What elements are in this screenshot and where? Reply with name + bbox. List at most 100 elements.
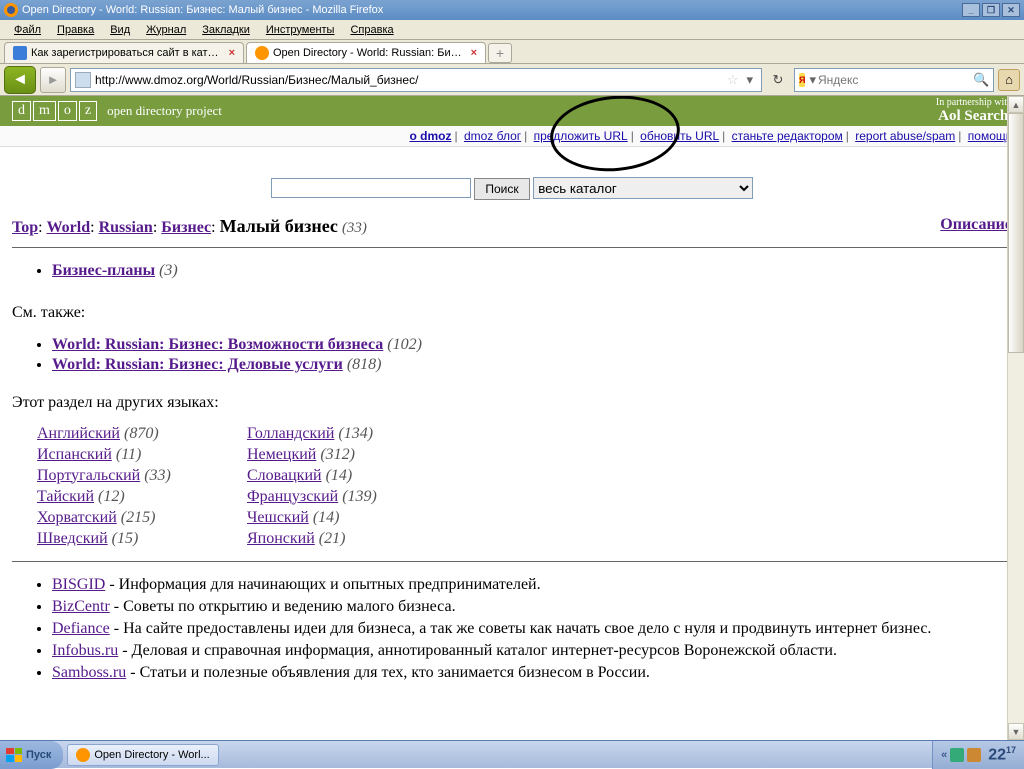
navigation-toolbar: ◄ ► ☆ ▾ ↻ Я ▾ 🔍 ⌂ <box>0 64 1024 96</box>
search-go-icon[interactable]: 🔍 <box>973 72 989 88</box>
tab-close-icon[interactable]: × <box>229 47 235 59</box>
scroll-thumb[interactable] <box>1008 113 1024 353</box>
url-input[interactable] <box>95 73 723 87</box>
link-description[interactable]: Описание <box>940 216 1012 234</box>
lang-link[interactable]: Японский <box>247 530 315 547</box>
dmoz-catalog-select[interactable]: весь каталог <box>533 177 753 199</box>
bc-top[interactable]: Top <box>12 219 38 236</box>
url-dropdown-icon[interactable]: ▾ <box>742 72 757 88</box>
system-tray: « 2217 <box>932 741 1024 769</box>
seealso-link[interactable]: World: Russian: Бизнес: Возможности бизн… <box>52 336 383 353</box>
lang-link[interactable]: Немецкий <box>247 446 316 463</box>
windows-taskbar: Пуск Open Directory - Worl... « 2217 <box>0 740 1024 768</box>
menu-view[interactable]: Вид <box>102 22 138 38</box>
link-dmoz-blog[interactable]: dmoz блог <box>464 129 521 143</box>
dmoz-top-links: о dmoz| dmoz блог| предложить URL| обнов… <box>0 126 1024 147</box>
yandex-icon[interactable]: Я <box>799 73 805 87</box>
new-tab-button[interactable]: + <box>488 43 512 63</box>
back-button[interactable]: ◄ <box>4 66 36 94</box>
see-also-title: См. также: <box>12 304 1012 322</box>
search-box[interactable]: Я ▾ 🔍 <box>794 68 994 92</box>
dmoz-tagline: open directory project <box>107 103 222 119</box>
scroll-up-button[interactable]: ▲ <box>1008 96 1024 113</box>
site-link[interactable]: BizCentr <box>52 598 110 615</box>
url-bar[interactable]: ☆ ▾ <box>70 68 762 92</box>
menu-file[interactable]: Файл <box>6 22 49 38</box>
link-about-dmoz[interactable]: о dmoz <box>409 129 451 143</box>
scroll-down-button[interactable]: ▼ <box>1008 723 1024 740</box>
minimize-button[interactable]: _ <box>962 3 980 17</box>
menu-help[interactable]: Справка <box>342 22 401 38</box>
lang-link[interactable]: Испанский <box>37 446 112 463</box>
link-help[interactable]: помощь <box>968 129 1012 143</box>
bc-current: Малый бизнес <box>220 216 338 236</box>
tab-2[interactable]: Open Directory - World: Russian: Бизнес.… <box>246 42 486 63</box>
tray-icon[interactable] <box>967 748 981 762</box>
window-title: Open Directory - World: Russian: Бизнес:… <box>22 4 383 16</box>
partnership-label: In partnership with Aol Search. <box>936 97 1012 125</box>
site-identity-icon[interactable] <box>75 72 91 88</box>
window-titlebar: Open Directory - World: Russian: Бизнес:… <box>0 0 1024 20</box>
clock[interactable]: 2217 <box>988 745 1016 764</box>
page-content: d m o z open directory project In partne… <box>0 96 1024 736</box>
menu-history[interactable]: Журнал <box>138 22 194 38</box>
lang-link[interactable]: Португальский <box>37 467 140 484</box>
lang-link[interactable]: Голландский <box>247 425 334 442</box>
start-button[interactable]: Пуск <box>0 741 63 769</box>
dmoz-search-input[interactable] <box>271 178 471 198</box>
site-item: BizCentr - Советы по открытию и ведению … <box>52 598 1012 616</box>
home-button[interactable]: ⌂ <box>998 69 1020 91</box>
tray-expand-icon[interactable]: « <box>941 749 947 761</box>
windows-logo-icon <box>6 748 22 762</box>
firefox-icon <box>4 3 18 17</box>
link-suggest-url[interactable]: предложить URL <box>534 129 628 143</box>
link-report-abuse[interactable]: report abuse/spam <box>855 129 955 143</box>
vertical-scrollbar[interactable]: ▲ ▼ <box>1007 96 1024 740</box>
other-languages-title: Этот раздел на других языках: <box>12 394 1012 412</box>
dmoz-logo[interactable]: d m o z <box>12 101 97 121</box>
site-link[interactable]: Infobus.ru <box>52 642 118 659</box>
site-item: Infobus.ru - Деловая и справочная информ… <box>52 642 1012 660</box>
link-become-editor[interactable]: станьте редактором <box>732 129 843 143</box>
forward-button[interactable]: ► <box>40 67 66 93</box>
tab-1[interactable]: Как зарегистрироваться сайт в катал... × <box>4 42 244 63</box>
tab-label: Как зарегистрироваться сайт в катал... <box>31 47 223 59</box>
tab-bar: Как зарегистрироваться сайт в катал... ×… <box>0 40 1024 64</box>
taskbar-app-firefox[interactable]: Open Directory - Worl... <box>67 744 218 766</box>
language-columns: Английский (870) Испанский (11) Португал… <box>37 422 1012 551</box>
bc-russian[interactable]: Russian <box>99 219 153 236</box>
lang-link[interactable]: Чешский <box>247 509 309 526</box>
tab-close-icon[interactable]: × <box>471 47 477 59</box>
menu-tools[interactable]: Инструменты <box>258 22 343 38</box>
lang-link[interactable]: Тайский <box>37 488 94 505</box>
breadcrumb: Top: World: Russian: Бизнес: Малый бизне… <box>12 216 1012 237</box>
menu-bookmarks[interactable]: Закладки <box>194 22 258 38</box>
close-button[interactable]: ✕ <box>1002 3 1020 17</box>
lang-link[interactable]: Английский <box>37 425 120 442</box>
site-link[interactable]: BISGID <box>52 576 105 593</box>
tab-label: Open Directory - World: Russian: Бизнес.… <box>273 47 465 59</box>
search-input[interactable] <box>818 73 973 87</box>
seealso-link[interactable]: World: Russian: Бизнес: Деловые услуги <box>52 356 343 373</box>
reload-button[interactable]: ↻ <box>766 68 790 92</box>
firefox-icon <box>76 748 90 762</box>
lang-link[interactable]: Словацкий <box>247 467 322 484</box>
site-link[interactable]: Samboss.ru <box>52 664 126 681</box>
lang-link[interactable]: Французский <box>247 488 338 505</box>
dmoz-search-row: Поиск весь каталог <box>0 147 1024 210</box>
bookmark-star-icon[interactable]: ☆ <box>723 72 743 88</box>
lang-link[interactable]: Шведский <box>37 530 108 547</box>
bc-world[interactable]: World <box>47 219 91 236</box>
dmoz-search-button[interactable]: Поиск <box>474 178 529 200</box>
lang-link[interactable]: Хорватский <box>37 509 117 526</box>
tab-favicon <box>13 46 27 60</box>
link-update-url[interactable]: обновить URL <box>640 129 719 143</box>
link-business-plans[interactable]: Бизнес-планы <box>52 262 155 279</box>
restore-button[interactable]: ❐ <box>982 3 1000 17</box>
bc-business[interactable]: Бизнес <box>161 219 211 236</box>
search-engine-dropdown-icon[interactable]: ▾ <box>809 72 816 88</box>
menu-edit[interactable]: Правка <box>49 22 102 38</box>
tray-icon[interactable] <box>950 748 964 762</box>
site-link[interactable]: Defiance <box>52 620 110 637</box>
bc-count: (33) <box>342 220 367 236</box>
